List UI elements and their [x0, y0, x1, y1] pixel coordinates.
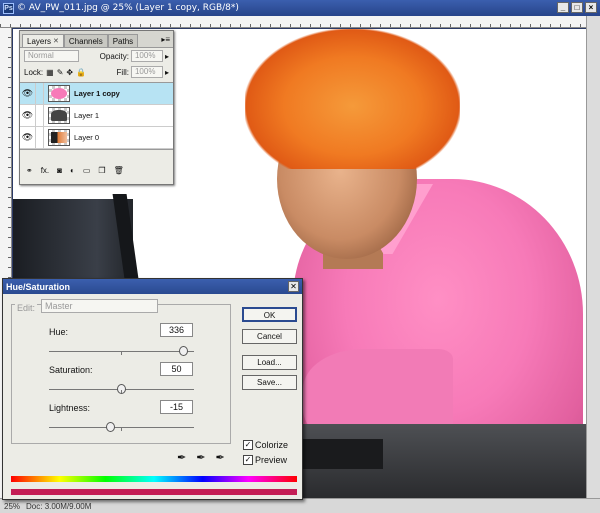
adjustments-group [11, 304, 231, 444]
document-title: © AV_PW_011.jpg @ 25% (Layer 1 copy, RGB… [17, 3, 239, 13]
colorize-check-icon[interactable]: ✓ [243, 440, 253, 450]
tab-paths-label: Paths [112, 36, 134, 46]
hue-label: Hue: [49, 327, 69, 337]
lightness-slider-thumb[interactable] [105, 422, 115, 432]
keyboard-photo [303, 439, 383, 469]
lightness-input[interactable]: -15 [160, 400, 193, 414]
preview-check-icon[interactable]: ✓ [243, 455, 253, 465]
orange-hair-photo [245, 29, 460, 169]
layer-row-layer-0[interactable]: 👁 Layer 0 [20, 126, 173, 149]
fill-label: Fill: [116, 67, 129, 77]
lock-position-icon[interactable]: ✥ [66, 68, 73, 77]
layer-thumbnail [48, 129, 70, 146]
eyedropper-group: ✒ ✒ ✒ [177, 451, 225, 464]
minimize-button[interactable]: _ [557, 2, 569, 13]
layer-thumbnail [48, 85, 70, 102]
lightness-label: Lightness: [49, 403, 91, 413]
new-layer-icon[interactable]: ❐ [98, 166, 105, 175]
maximize-button[interactable]: □ [571, 2, 583, 13]
close-icon[interactable]: ✕ [288, 281, 299, 292]
eye-icon[interactable]: 👁 [20, 126, 36, 149]
load-button[interactable]: Load... [242, 355, 297, 370]
link-icon[interactable]: ⚭ [26, 166, 33, 175]
edit-select[interactable]: Master [41, 299, 158, 313]
group-icon[interactable]: ▭ [83, 166, 91, 175]
layer-list: 👁 Layer 1 copy 👁 Layer 1 👁 Layer 0 [20, 82, 173, 150]
close-button[interactable]: × [585, 2, 597, 13]
blend-mode-select[interactable]: Normal [24, 50, 79, 62]
adjustment-icon[interactable]: ◐ [70, 166, 75, 175]
saturation-input[interactable]: 50 [160, 362, 193, 376]
layers-panel: Layers ✕ Channels Paths ▸≡ Normal Opacit… [19, 30, 174, 185]
vertical-scrollbar[interactable] [586, 16, 600, 498]
status-bar: 25% Doc: 3.00M/9.00M [0, 498, 600, 513]
output-color-spectrum [11, 489, 297, 495]
layer-thumbnail [48, 107, 70, 124]
preview-label: Preview [255, 455, 288, 465]
lock-image-icon[interactable]: ✎ [57, 68, 64, 77]
opacity-arrow-icon[interactable]: ▸ [165, 52, 169, 61]
trash-icon[interactable]: 🗑 [114, 166, 124, 175]
dialog-title: Hue/Saturation [6, 281, 71, 292]
hue-input[interactable]: 336 [160, 323, 193, 337]
mask-icon[interactable]: ◙ [57, 166, 62, 175]
opacity-field[interactable]: 100% [130, 50, 163, 62]
status-info: Doc: 3.00M/9.00M [26, 501, 92, 511]
photoshop-icon: Ps [3, 2, 14, 14]
cancel-button[interactable]: Cancel [242, 329, 297, 344]
fill-arrow-icon[interactable]: ▸ [165, 68, 169, 77]
layers-footer: ⚭ fx. ◙ ◐ ▭ ❐ 🗑 [20, 162, 173, 178]
hue-saturation-dialog: Hue/Saturation ✕ Edit: Master Hue: 336 S… [2, 278, 303, 500]
panel-menu-icon[interactable]: ▸≡ [161, 35, 170, 44]
layer-name[interactable]: Layer 1 copy [74, 89, 120, 98]
lock-transparent-icon[interactable]: ▦ [46, 68, 54, 77]
eyedropper-minus-icon[interactable]: ✒ [215, 451, 224, 464]
tab-layers[interactable]: Layers ✕ [22, 34, 64, 47]
fx-icon[interactable]: fx. [41, 166, 49, 175]
fill-field[interactable]: 100% [130, 66, 163, 78]
preview-checkbox[interactable]: ✓ Preview [243, 455, 287, 465]
save-button[interactable]: Save... [242, 375, 297, 390]
close-icon[interactable]: ✕ [53, 37, 59, 45]
tab-paths[interactable]: Paths [107, 34, 139, 47]
ok-button[interactable]: OK [242, 307, 297, 322]
colorize-label: Colorize [255, 440, 289, 450]
tab-channels[interactable]: Channels [63, 34, 108, 47]
layer-name[interactable]: Layer 0 [74, 133, 99, 142]
top-ruler[interactable] [0, 16, 586, 28]
eyedropper-plus-icon[interactable]: ✒ [196, 451, 205, 464]
lock-all-icon[interactable]: 🔒 [76, 68, 86, 77]
saturation-label: Saturation: [49, 365, 93, 375]
layer-row-layer-1[interactable]: 👁 Layer 1 [20, 104, 173, 127]
layer-name[interactable]: Layer 1 [74, 111, 99, 120]
dialog-titlebar[interactable]: Hue/Saturation [3, 279, 302, 294]
status-zoom[interactable]: 25% [4, 502, 20, 511]
eye-icon[interactable]: 👁 [20, 104, 36, 127]
opacity-label: Opacity: [99, 51, 129, 61]
panel-tabs: Layers ✕ Channels Paths ▸≡ [20, 31, 173, 48]
document-titlebar[interactable]: Ps © AV_PW_011.jpg @ 25% (Layer 1 copy, … [0, 0, 600, 16]
tab-channels-label: Channels [68, 36, 103, 46]
colorize-checkbox[interactable]: ✓ Colorize [243, 440, 288, 450]
tab-layers-label: Layers [27, 36, 52, 46]
lock-label: Lock: [24, 67, 44, 77]
input-color-spectrum [11, 476, 297, 482]
eyedropper-icon[interactable]: ✒ [177, 451, 186, 464]
edit-label: Edit: [15, 303, 38, 313]
layer-row-layer-1-copy[interactable]: 👁 Layer 1 copy [20, 82, 173, 105]
eye-icon[interactable]: 👁 [20, 82, 36, 105]
